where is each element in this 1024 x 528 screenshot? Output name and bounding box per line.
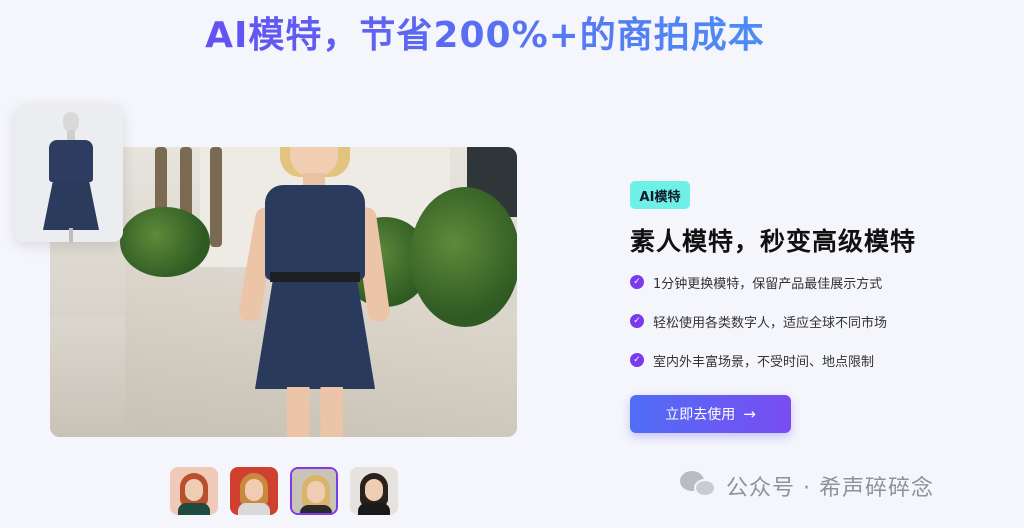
feature-title: 素人模特，秒变高级模特	[630, 227, 917, 256]
check-circle-icon: ✓	[630, 353, 644, 367]
model-avatar-option[interactable]	[170, 467, 218, 515]
use-now-label: 立即去使用	[665, 407, 736, 423]
wechat-watermark: 公众号 · 希声碎碎念	[680, 470, 934, 502]
model-avatar-option[interactable]	[230, 467, 278, 515]
feature-item: ✓ 1分钟更换模特，保留产品最佳展示方式	[630, 272, 882, 292]
arrow-right-icon: →	[743, 405, 756, 423]
plant	[120, 207, 210, 277]
page-headline: AI模特，节省200%+的商拍成本	[0, 6, 970, 58]
check-circle-icon: ✓	[630, 314, 644, 328]
model-avatar-option-selected[interactable]	[290, 467, 338, 515]
feature-text: 室内外丰富场景，不受时间、地点限制	[653, 354, 875, 370]
plant	[410, 187, 517, 327]
watermark-text: 公众号 · 希声碎碎念	[726, 476, 934, 501]
check-circle-icon: ✓	[630, 275, 644, 289]
feature-item: ✓ 室内外丰富场景，不受时间、地点限制	[630, 350, 874, 370]
feature-item: ✓ 轻松使用各类数字人，适应全球不同市场	[630, 311, 887, 331]
model-avatar-option[interactable]	[350, 467, 398, 515]
palm-trunk	[210, 147, 222, 247]
mannequin-thumbnail	[15, 104, 123, 242]
feature-text: 1分钟更换模特，保留产品最佳展示方式	[653, 276, 883, 292]
model-figure	[235, 147, 395, 437]
use-now-button[interactable]: 立即去使用 →	[630, 395, 791, 433]
feature-tag: AI模特	[630, 181, 690, 209]
wechat-icon	[680, 471, 718, 501]
feature-text: 轻松使用各类数字人，适应全球不同市场	[653, 315, 888, 331]
